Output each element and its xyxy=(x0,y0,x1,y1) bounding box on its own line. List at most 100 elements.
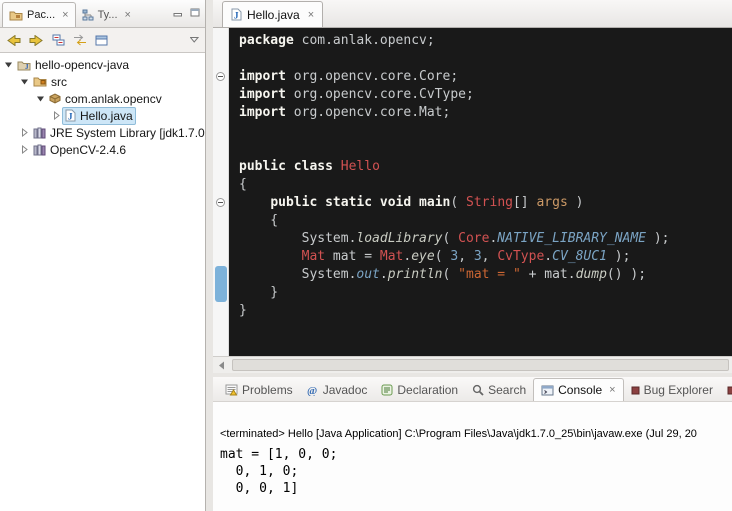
problems-icon xyxy=(225,384,238,396)
code-line: { xyxy=(239,176,732,194)
expand-arrow-icon[interactable] xyxy=(50,111,62,120)
svg-text:J: J xyxy=(68,112,73,122)
bottom-tab-search[interactable]: Search xyxy=(465,379,533,401)
range-indicator xyxy=(215,266,227,302)
bottom-tab-bug-explorer[interactable]: Bug Explorer xyxy=(624,379,720,401)
editor-panel: J Hello.java × package com.anlak.opencv;… xyxy=(213,0,732,373)
view-menu-button[interactable] xyxy=(190,37,199,43)
tree-item-content: OpenCV-2.4.6 xyxy=(30,142,129,158)
annotation-ruler[interactable] xyxy=(213,28,229,356)
close-icon[interactable]: × xyxy=(308,9,314,21)
console-output: mat = [1, 0, 0; 0, 1, 0; 0, 0, 1] xyxy=(220,446,732,497)
minimize-icon[interactable] xyxy=(173,8,183,17)
console-icon xyxy=(541,385,554,396)
code-line: System.loadLibrary( Core.NATIVE_LIBRARY_… xyxy=(239,230,732,248)
code-line: import org.opencv.core.Mat; xyxy=(239,104,732,122)
view-tab-ty[interactable]: Ty... × xyxy=(76,3,137,27)
tree-item-content: JRE System Library [jdk1.7.0 xyxy=(30,125,206,141)
bottom-tab-label: Console xyxy=(558,383,602,397)
package-explorer-icon xyxy=(9,10,23,21)
view-tab-label: Ty... xyxy=(98,9,118,21)
collapse-arrow-icon[interactable] xyxy=(2,60,14,69)
code-line xyxy=(239,140,732,158)
tree-item-jre-system-library-jdk1-7-0[interactable]: JRE System Library [jdk1.7.0 xyxy=(0,124,205,141)
code-editor: package com.anlak.opencv; import org.ope… xyxy=(213,28,732,356)
editor-tab-bar: J Hello.java × xyxy=(213,0,732,28)
console-process-header: <terminated> Hello [Java Application] C:… xyxy=(220,428,732,440)
tree-item-hello-opencv-java[interactable]: Jhello-opencv-java xyxy=(0,56,205,73)
package-icon xyxy=(49,93,61,104)
code-line: import org.opencv.core.Core; xyxy=(239,68,732,86)
tree-item-com-anlak-opencv[interactable]: com.anlak.opencv xyxy=(0,90,205,107)
code-line: package com.anlak.opencv; xyxy=(239,32,732,50)
bottom-view-tab-bar: Problems@JavadocDeclarationSearchConsole… xyxy=(213,377,732,402)
project-tree: Jhello-opencv-java src com.anlak.opencv J He… xyxy=(0,53,205,158)
tree-item-hello-java[interactable]: J Hello.java xyxy=(0,107,205,124)
project-icon: J xyxy=(17,59,31,71)
tree-item-content: src xyxy=(30,74,70,90)
close-icon[interactable]: × xyxy=(609,384,615,396)
forward-button[interactable] xyxy=(29,35,44,46)
tree-item-label: OpenCV-2.4.6 xyxy=(50,143,126,157)
bottom-tab-javadoc[interactable]: @Javadoc xyxy=(300,379,375,401)
type-hierarchy-icon xyxy=(82,9,94,21)
tree-item-opencv-2-4-6[interactable]: OpenCV-2.4.6 xyxy=(0,141,205,158)
bottom-tab-label: Declaration xyxy=(397,383,458,397)
javadoc-icon: @ xyxy=(307,384,319,396)
close-icon[interactable]: × xyxy=(125,9,131,21)
code-line: } xyxy=(239,284,732,302)
console-view: <terminated> Hello [Java Application] C:… xyxy=(213,402,732,497)
tree-item-label: hello-opencv-java xyxy=(35,58,129,72)
code-line: System.out.println( "mat = " + mat.dump(… xyxy=(239,266,732,284)
bottom-tab-declaration[interactable]: Declaration xyxy=(374,379,465,401)
bottom-tab-bug[interactable]: Bug xyxy=(720,379,732,401)
view-tab-label: Pac... xyxy=(27,9,55,21)
code-line: { xyxy=(239,212,732,230)
svg-text:J: J xyxy=(25,63,29,71)
library-icon xyxy=(33,127,46,139)
expand-arrow-icon[interactable] xyxy=(18,145,30,154)
code-line xyxy=(239,122,732,140)
bottom-tab-problems[interactable]: Problems xyxy=(218,379,300,401)
horizontal-scrollbar[interactable] xyxy=(213,356,732,373)
search-icon xyxy=(472,384,484,396)
code-line: public static void main( String[] args ) xyxy=(239,194,732,212)
tree-item-label: com.anlak.opencv xyxy=(65,92,162,106)
java-file-icon: J xyxy=(65,109,76,122)
library-icon xyxy=(33,144,46,156)
package-explorer-panel: Pac... × Ty... × Jhello-opencv-java src com.a… xyxy=(0,0,206,511)
collapse-arrow-icon[interactable] xyxy=(18,77,30,86)
declaration-icon xyxy=(381,384,393,396)
scroll-left-icon[interactable] xyxy=(213,357,229,373)
fold-collapse-icon[interactable] xyxy=(216,198,225,207)
code-line xyxy=(239,50,732,68)
focus-button[interactable] xyxy=(95,35,108,46)
scrollbar-thumb[interactable] xyxy=(232,359,729,371)
console-panel: Problems@JavadocDeclarationSearchConsole… xyxy=(213,377,732,511)
editor-tab-label: Hello.java xyxy=(247,8,300,22)
expand-arrow-icon[interactable] xyxy=(18,128,30,137)
java-file-icon: J xyxy=(231,8,242,21)
close-icon[interactable]: × xyxy=(62,9,68,21)
code-area[interactable]: package com.anlak.opencv; import org.ope… xyxy=(230,28,732,356)
tree-item-label: src xyxy=(51,75,67,89)
maximize-icon[interactable] xyxy=(190,8,200,17)
tree-item-label: JRE System Library [jdk1.7.0 xyxy=(50,126,205,140)
back-button[interactable] xyxy=(6,35,21,46)
collapse-all-button[interactable] xyxy=(52,34,65,46)
bottom-tab-console[interactable]: Console × xyxy=(533,378,623,401)
fold-collapse-icon[interactable] xyxy=(216,72,225,81)
link-with-editor-button[interactable] xyxy=(73,34,87,46)
collapse-arrow-icon[interactable] xyxy=(34,94,46,103)
tree-item-content: J Hello.java xyxy=(62,107,136,125)
tree-item-content: Jhello-opencv-java xyxy=(14,57,132,73)
tree-item-label: Hello.java xyxy=(80,109,133,123)
bug-icon xyxy=(631,386,640,395)
view-tab-pac[interactable]: Pac... × xyxy=(2,2,76,27)
code-line: public class Hello xyxy=(239,158,732,176)
package-explorer-toolbar xyxy=(0,28,205,53)
tree-item-src[interactable]: src xyxy=(0,73,205,90)
editor-tab-hello-java[interactable]: J Hello.java × xyxy=(222,1,323,27)
view-tab-bar: Pac... × Ty... × xyxy=(0,0,205,28)
bottom-tab-label: Bug Explorer xyxy=(644,383,713,397)
